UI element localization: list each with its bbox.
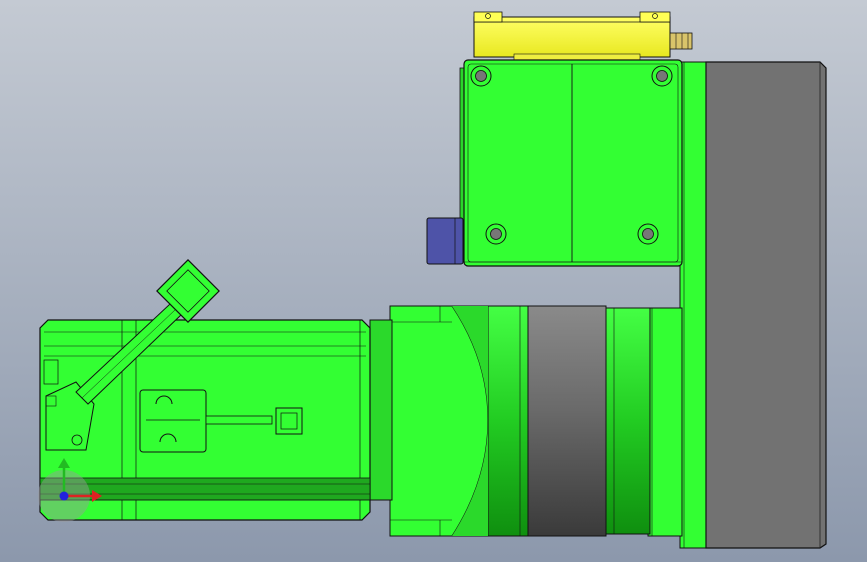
side-connector[interactable] bbox=[426, 217, 464, 265]
upper-actuator-block[interactable] bbox=[459, 59, 683, 267]
cad-viewport[interactable] bbox=[0, 0, 867, 562]
gearbox-grey-band bbox=[525, 305, 607, 537]
yellow-sensor[interactable] bbox=[473, 11, 693, 61]
mounting-plate[interactable] bbox=[679, 61, 827, 549]
brass-fitting bbox=[669, 32, 693, 50]
gearbox[interactable] bbox=[389, 305, 683, 537]
model-canvas[interactable] bbox=[0, 0, 867, 562]
triad-z-axis bbox=[59, 491, 69, 501]
